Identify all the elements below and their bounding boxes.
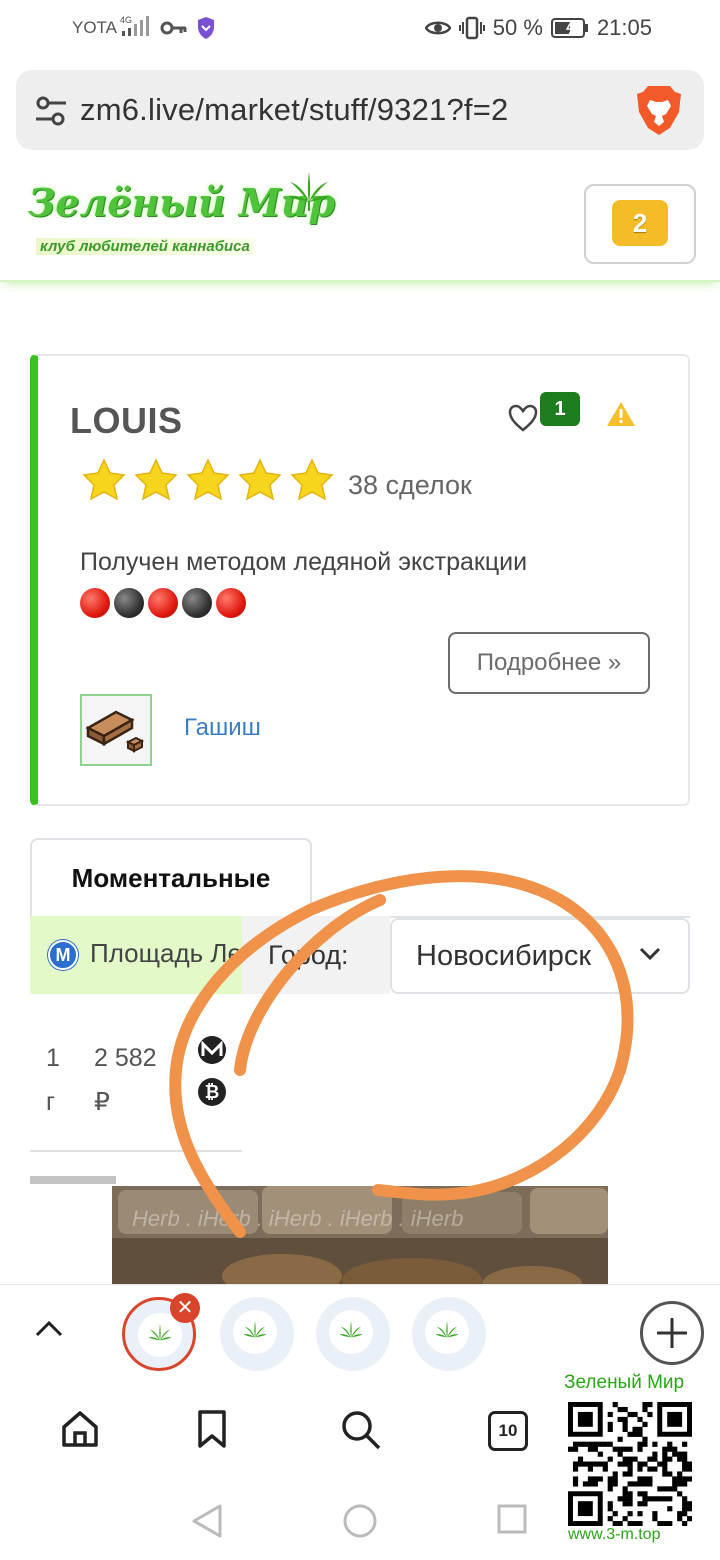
search-icon[interactable] bbox=[340, 1409, 382, 1451]
red-dot-icon bbox=[216, 588, 246, 618]
quantity-value: 1 bbox=[46, 1044, 60, 1072]
star-icon bbox=[82, 458, 126, 501]
bookmark-icon[interactable] bbox=[196, 1409, 228, 1449]
horizontal-scrollbar[interactable] bbox=[30, 1176, 116, 1184]
price-currency: ₽ bbox=[94, 1088, 110, 1116]
status-bar: YOTA 4G 50 % 21:05 bbox=[0, 0, 720, 56]
tab-thumbnail[interactable] bbox=[412, 1297, 486, 1371]
warning-icon[interactable] bbox=[606, 400, 636, 428]
site-header: Зелёный Мир клуб любителей каннабиса 2 bbox=[0, 160, 720, 282]
url-text[interactable]: zm6.live/market/stuff/9321?f=2 bbox=[80, 92, 508, 128]
black-dot-icon bbox=[182, 588, 212, 618]
seller-card: LOUIS 1 38 сделок Получен методом ледяно… bbox=[30, 354, 690, 806]
vibrate-icon bbox=[458, 16, 485, 40]
chevron-up-icon[interactable] bbox=[34, 1315, 64, 1345]
shield-icon bbox=[198, 17, 214, 39]
watermark-title: Зеленый Мир bbox=[564, 1372, 685, 1393]
quantity: 1 г bbox=[46, 1036, 60, 1124]
recents-nav-icon[interactable] bbox=[496, 1503, 528, 1535]
cannabis-leaf-icon bbox=[148, 1324, 172, 1341]
deals-count: 38 сделок bbox=[348, 470, 472, 500]
brave-shield-icon[interactable] bbox=[636, 84, 682, 136]
cannabis-leaf-icon bbox=[288, 172, 330, 211]
address-bar[interactable]: zm6.live/market/stuff/9321?f=2 bbox=[16, 70, 704, 150]
clock: 21:05 bbox=[596, 15, 652, 40]
site-logo[interactable]: Зелёный Мир клуб любителей каннабиса bbox=[26, 172, 336, 256]
tab-switcher-button[interactable]: 10 bbox=[488, 1411, 528, 1451]
heart-icon[interactable] bbox=[508, 404, 538, 432]
annotation-scribble bbox=[169, 870, 634, 1238]
battery-icon bbox=[550, 18, 588, 38]
close-tab-icon[interactable]: ✕ bbox=[170, 1293, 200, 1323]
cannabis-leaf-icon bbox=[339, 1321, 363, 1338]
new-tab-button[interactable] bbox=[640, 1301, 704, 1365]
watermark-qr: Зеленый Мир www.3-m.top bbox=[556, 1366, 716, 1556]
tab-thumbnail[interactable] bbox=[220, 1297, 294, 1371]
eye-icon bbox=[424, 21, 451, 35]
black-dot-icon bbox=[114, 588, 144, 618]
cannabis-leaf-icon bbox=[243, 1321, 267, 1338]
back-nav-icon[interactable] bbox=[190, 1503, 224, 1539]
logo-subtitle: клуб любителей каннабиса bbox=[36, 238, 254, 255]
plus-icon bbox=[657, 1318, 687, 1348]
qr-code-icon bbox=[568, 1402, 692, 1526]
category-link[interactable]: Гашиш bbox=[184, 714, 261, 742]
watermark-site: www.3-m.top bbox=[568, 1526, 661, 1543]
site-settings-icon[interactable] bbox=[34, 94, 68, 128]
star-icon bbox=[186, 458, 230, 501]
price: 2 582 ₽ bbox=[94, 1036, 157, 1124]
cart-button[interactable]: 2 bbox=[584, 184, 696, 264]
chevron-down-icon bbox=[639, 947, 661, 961]
price-value: 2 582 bbox=[94, 1044, 157, 1072]
red-dot-icon bbox=[80, 588, 110, 618]
cannabis-leaf-icon bbox=[435, 1321, 459, 1338]
star-icon bbox=[134, 458, 178, 501]
red-dot-icon bbox=[148, 588, 178, 618]
star-icon bbox=[290, 458, 334, 501]
vpn-key-icon bbox=[160, 21, 187, 35]
quality-dots bbox=[80, 588, 246, 618]
rating-stars bbox=[82, 458, 334, 502]
star-icon bbox=[238, 458, 282, 501]
home-icon[interactable] bbox=[60, 1409, 100, 1449]
metro-icon: M bbox=[48, 940, 78, 970]
carrier-label: YOTA bbox=[72, 18, 118, 37]
cart-count-badge: 2 bbox=[612, 200, 668, 246]
tab-thumbnail[interactable] bbox=[316, 1297, 390, 1371]
battery-percent: 50 % bbox=[492, 15, 543, 40]
home-nav-icon[interactable] bbox=[342, 1503, 378, 1539]
category-thumbnail[interactable] bbox=[80, 694, 152, 766]
details-button[interactable]: Подробнее » bbox=[448, 632, 650, 694]
product-description: Получен методом ледяной экстракции bbox=[80, 548, 528, 576]
signal-icon: 4G bbox=[120, 15, 149, 36]
hash-brick-icon bbox=[85, 710, 145, 753]
likes-badge: 1 bbox=[540, 392, 580, 426]
svg-text:4G: 4G bbox=[120, 15, 132, 25]
quantity-unit: г bbox=[46, 1088, 56, 1116]
seller-name[interactable]: LOUIS bbox=[70, 400, 183, 442]
